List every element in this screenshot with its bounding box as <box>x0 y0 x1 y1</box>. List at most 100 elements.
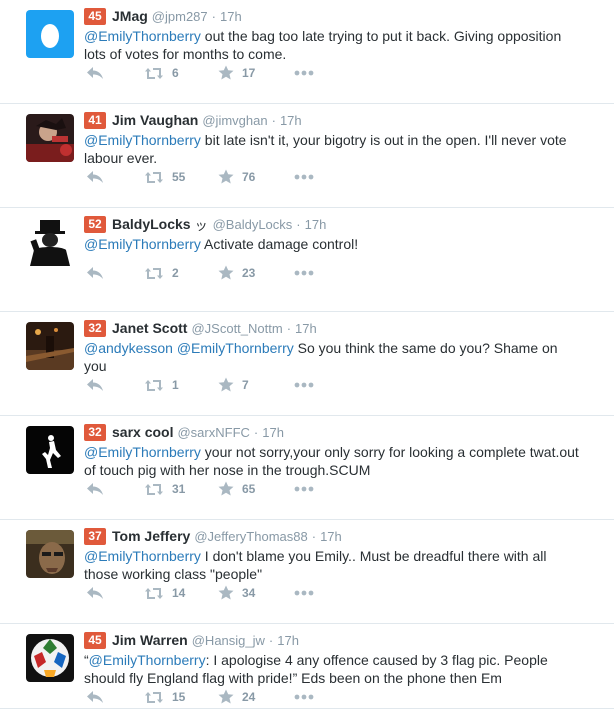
mention-link[interactable]: @andykesson <box>84 340 173 356</box>
retweet-count: 6 <box>172 66 179 80</box>
reply-button[interactable] <box>86 378 144 392</box>
tweet-item[interactable]: 52 BaldyLocks ッ @BaldyLocks · 17h @Emily… <box>0 208 614 312</box>
retweet-button[interactable]: 2 <box>144 266 218 280</box>
more-dots-icon <box>294 174 314 180</box>
favorite-button[interactable]: 7 <box>218 377 294 393</box>
favorite-count: 76 <box>242 170 256 184</box>
favorite-button[interactable]: 17 <box>218 65 294 81</box>
retweet-button[interactable]: 55 <box>144 170 218 184</box>
tweet-actions: 2 23 <box>86 264 314 282</box>
mention-link[interactable]: @EmilyThornberry <box>84 444 201 460</box>
favorite-button[interactable]: 23 <box>218 265 294 281</box>
favorite-count: 24 <box>242 690 256 704</box>
football-avatar-icon[interactable] <box>26 634 74 682</box>
tweet-actions: 6 17 <box>86 64 314 82</box>
tweet-text: @EmilyThornberry out the bag too late tr… <box>84 27 584 63</box>
tweet-timestamp[interactable]: 17h <box>305 217 327 232</box>
tweet-timestamp[interactable]: 17h <box>320 529 342 544</box>
mention-link[interactable]: @EmilyThornberry <box>84 548 201 564</box>
meta-separator: · <box>296 216 301 232</box>
more-button[interactable] <box>294 590 314 596</box>
tweet-item[interactable]: 41 Jim Vaughan @jimvghan · 17h @EmilyTho… <box>0 104 614 208</box>
more-button[interactable] <box>294 70 314 76</box>
star-icon <box>218 65 234 80</box>
more-dots-icon <box>294 694 314 700</box>
reply-button[interactable] <box>86 690 144 704</box>
tweet-timestamp[interactable]: 17h <box>220 9 242 24</box>
mention-link[interactable]: @EmilyThornberry <box>84 132 201 148</box>
retweet-count: 55 <box>172 170 186 184</box>
more-button[interactable] <box>294 694 314 700</box>
author-handle[interactable]: @BaldyLocks <box>213 217 293 232</box>
favorite-count: 23 <box>242 266 256 280</box>
score-badge: 52 <box>84 215 106 233</box>
reply-button[interactable] <box>86 66 144 80</box>
author-handle[interactable]: @jimvghan <box>202 113 267 128</box>
more-button[interactable] <box>294 382 314 388</box>
author-name[interactable]: sarx cool <box>112 424 173 440</box>
retweet-button[interactable]: 15 <box>144 690 218 704</box>
night-street-avatar-icon[interactable] <box>26 322 74 370</box>
favorite-count: 34 <box>242 586 256 600</box>
retweet-button[interactable]: 14 <box>144 586 218 600</box>
tweet-timestamp[interactable]: 17h <box>295 321 317 336</box>
meta-separator: · <box>211 8 216 24</box>
tweet-header: 32 Janet Scott @JScott_Nottm · 17h <box>84 318 317 338</box>
score-badge: 41 <box>84 111 106 129</box>
favorite-button[interactable]: 24 <box>218 689 294 705</box>
top-hat-avatar-icon[interactable] <box>26 218 74 266</box>
author-name[interactable]: JMag <box>112 8 148 24</box>
tweet-timestamp[interactable]: 17h <box>280 113 302 128</box>
reply-button[interactable] <box>86 586 144 600</box>
tweet-actions: 14 34 <box>86 584 314 602</box>
reply-icon <box>87 691 103 703</box>
star-icon <box>218 481 234 496</box>
more-dots-icon <box>294 590 314 596</box>
author-name[interactable]: Janet Scott <box>112 320 187 336</box>
reply-button[interactable] <box>86 482 144 496</box>
tweet-item[interactable]: 45 Jim Warren @Hansig_jw · 17h “@EmilyTh… <box>0 624 614 709</box>
retweet-button[interactable]: 1 <box>144 378 218 392</box>
author-handle[interactable]: @JScott_Nottm <box>191 321 282 336</box>
mention-link[interactable]: @EmilyThornberry <box>177 340 294 356</box>
tweet-timestamp[interactable]: 17h <box>277 633 299 648</box>
tweet-item[interactable]: 37 Tom Jeffery @JefferyThomas88 · 17h @E… <box>0 520 614 624</box>
reply-button[interactable] <box>86 266 144 280</box>
mention-link[interactable]: @EmilyThornberry <box>89 652 206 668</box>
tweet-timestamp[interactable]: 17h <box>262 425 284 440</box>
tweet-item[interactable]: 32 Janet Scott @JScott_Nottm · 17h @andy… <box>0 312 614 416</box>
favorite-button[interactable]: 76 <box>218 169 294 185</box>
mention-link[interactable]: @EmilyThornberry <box>84 28 201 44</box>
star-icon <box>218 377 234 392</box>
author-handle[interactable]: @sarxNFFC <box>177 425 249 440</box>
author-name[interactable]: Jim Vaughan <box>112 112 198 128</box>
more-button[interactable] <box>294 174 314 180</box>
tweet-actions: 1 7 <box>86 376 314 394</box>
author-handle[interactable]: @Hansig_jw <box>192 633 265 648</box>
author-name[interactable]: Jim Warren <box>112 632 188 648</box>
egg-avatar-icon[interactable] <box>26 10 74 58</box>
author-handle[interactable]: @jpm287 <box>152 9 208 24</box>
retweet-button[interactable]: 31 <box>144 482 218 496</box>
tweet-item[interactable]: 45 JMag @jpm287 · 17h @EmilyThornberry o… <box>0 0 614 104</box>
author-handle[interactable]: @JefferyThomas88 <box>194 529 307 544</box>
reply-icon <box>87 379 103 391</box>
more-button[interactable] <box>294 486 314 492</box>
retweet-icon <box>145 483 163 495</box>
more-dots-icon <box>294 486 314 492</box>
tweet-actions: 31 65 <box>86 480 314 498</box>
favorite-button[interactable]: 65 <box>218 481 294 497</box>
user-photo-icon[interactable] <box>26 114 74 162</box>
mention-link[interactable]: @EmilyThornberry <box>84 236 201 252</box>
favorite-button[interactable]: 34 <box>218 585 294 601</box>
retweet-button[interactable]: 6 <box>144 66 218 80</box>
tweet-item[interactable]: 32 sarx cool @sarxNFFC · 17h @EmilyThorn… <box>0 416 614 520</box>
face-photo-avatar-icon[interactable] <box>26 530 74 578</box>
reply-button[interactable] <box>86 170 144 184</box>
author-name[interactable]: BaldyLocks <box>112 216 191 232</box>
star-icon <box>218 585 234 600</box>
figure-avatar-icon[interactable] <box>26 426 74 474</box>
more-button[interactable] <box>294 270 314 276</box>
author-name[interactable]: Tom Jeffery <box>112 528 190 544</box>
tweet-text: @andykesson @EmilyThornberry So you thin… <box>84 339 584 375</box>
